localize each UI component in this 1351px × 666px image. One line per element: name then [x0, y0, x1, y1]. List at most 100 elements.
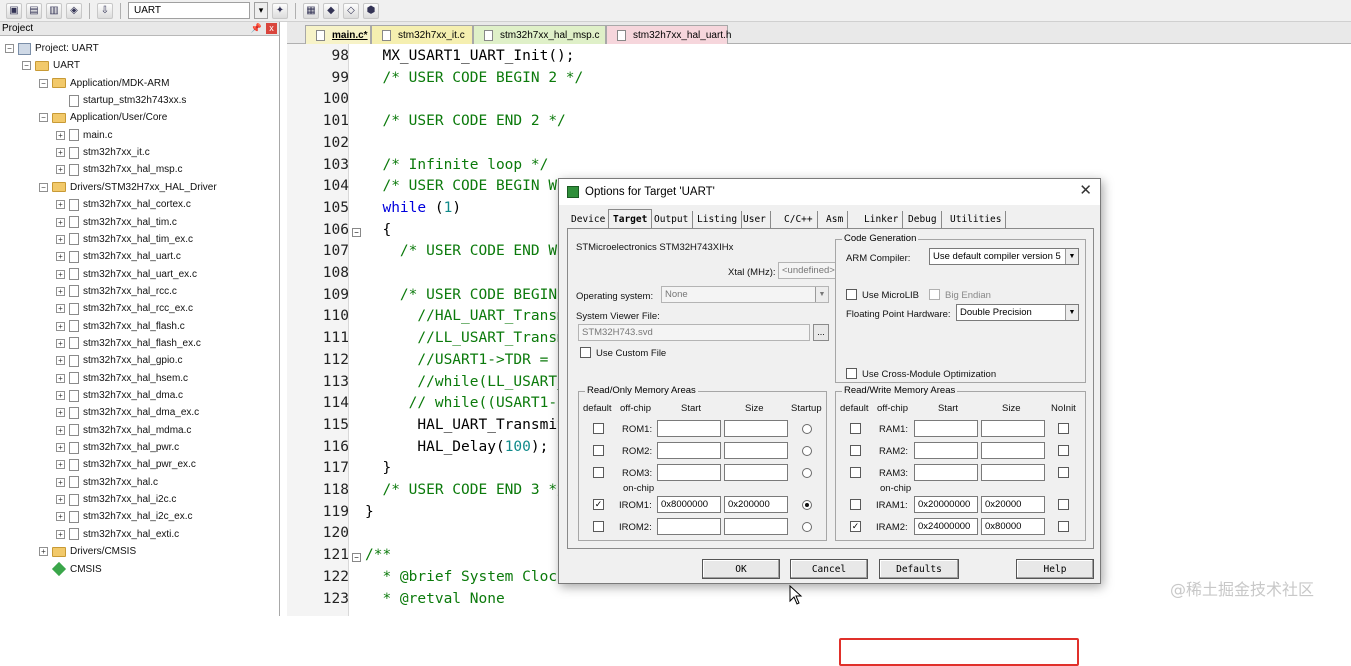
noinit-checkbox[interactable] [1058, 467, 1069, 478]
tree-item[interactable]: + stm32h7xx_hal_uart_ex.c [56, 266, 197, 283]
ram-size-field[interactable]: 0x20000 [981, 496, 1045, 513]
tree-item[interactable]: + stm32h7xx_hal_pwr.c [56, 439, 179, 456]
tree-item[interactable]: − Application/User/Core [39, 109, 167, 126]
tree-item[interactable]: + Drivers/CMSIS [39, 543, 136, 560]
expand-icon[interactable]: + [39, 547, 48, 557]
cross-module-checkbox[interactable] [846, 368, 857, 379]
load-icon[interactable]: ⇩ [97, 2, 113, 19]
tree-item[interactable]: − UART [22, 57, 80, 74]
pin-icon[interactable]: 📌 [251, 23, 262, 34]
tree-item[interactable]: − Drivers/STM32H7xx_HAL_Driver [39, 179, 217, 196]
startup-radio[interactable] [802, 500, 812, 510]
tree-item[interactable]: + stm32h7xx_hal_mdma.c [56, 422, 191, 439]
expand-icon[interactable]: + [56, 321, 65, 331]
ram-start-field[interactable]: 0x24000000 [914, 518, 978, 535]
expand-icon[interactable]: + [56, 304, 65, 314]
manage-icon[interactable]: ▥ [46, 2, 62, 19]
noinit-checkbox[interactable] [1058, 423, 1069, 434]
tree-item[interactable]: + stm32h7xx_hal_tim.c [56, 214, 177, 231]
expand-icon[interactable]: + [56, 460, 65, 470]
tab-device[interactable]: Device [567, 211, 611, 228]
expand-icon[interactable]: + [56, 495, 65, 505]
close-icon[interactable]: ✕ [1079, 183, 1092, 199]
expand-icon[interactable]: + [56, 408, 65, 418]
expand-icon[interactable]: + [56, 391, 65, 400]
tree-item[interactable]: + stm32h7xx_hal_i2c_ex.c [56, 508, 193, 525]
collapse-icon[interactable]: − [5, 44, 14, 53]
collapse-icon[interactable]: − [39, 78, 48, 88]
tab-linker[interactable]: Linker [860, 211, 904, 228]
collapse-icon[interactable]: − [22, 61, 31, 71]
noinit-checkbox[interactable] [1058, 499, 1069, 510]
chevron-down-icon[interactable]: ▼ [815, 287, 828, 302]
rom-start-field[interactable] [657, 442, 721, 459]
ram-default-checkbox[interactable]: ✓ [850, 521, 861, 532]
rom-default-checkbox[interactable] [593, 521, 604, 532]
run-env-icon[interactable]: ⬢ [363, 2, 379, 19]
tree-item[interactable]: − Project: UART [5, 40, 99, 57]
tree-item[interactable]: + stm32h7xx_hal_dma.c [56, 387, 183, 404]
os-combo[interactable]: None ▼ [661, 286, 829, 303]
ok-button[interactable]: OK [702, 559, 780, 579]
rom-default-checkbox[interactable]: ✓ [593, 499, 604, 510]
expand-icon[interactable]: + [56, 425, 65, 435]
startup-radio[interactable] [802, 424, 812, 434]
tree-item[interactable]: + stm32h7xx_hal_pwr_ex.c [56, 456, 196, 473]
expand-icon[interactable]: + [56, 200, 65, 210]
ram-start-field[interactable]: 0x20000000 [914, 496, 978, 513]
rom-default-checkbox[interactable] [593, 423, 604, 434]
editor-tab[interactable]: stm32h7xx_it.c [371, 25, 473, 44]
xtal-field[interactable]: <undefined> [778, 262, 836, 279]
use-microlib-checkbox[interactable] [846, 289, 857, 300]
tree-item[interactable]: + stm32h7xx_hal_i2c.c [56, 491, 176, 508]
multi-project-icon[interactable]: ▦ [303, 2, 319, 19]
expand-icon[interactable]: + [56, 286, 65, 296]
rom-size-field[interactable] [724, 420, 788, 437]
expand-icon[interactable]: + [56, 165, 65, 175]
tree-item[interactable]: + stm32h7xx_hal_dma_ex.c [56, 404, 199, 421]
select-target-combo[interactable]: UART [128, 2, 250, 19]
defaults-button[interactable]: Defaults [879, 559, 959, 579]
chevron-down-icon[interactable]: ▾ [254, 2, 268, 19]
close-icon[interactable]: x [266, 23, 277, 34]
browse-button[interactable]: ... [813, 324, 829, 341]
tree-item[interactable]: + stm32h7xx_hal_msp.c [56, 161, 183, 178]
expand-icon[interactable]: + [56, 338, 65, 348]
editor-tab[interactable]: stm32h7xx_hal_msp.c [473, 25, 606, 44]
rom-start-field[interactable] [657, 420, 721, 437]
tree-item[interactable]: + stm32h7xx_hal_gpio.c [56, 352, 183, 369]
chevron-down-icon[interactable]: ▼ [1065, 249, 1078, 264]
tree-item[interactable]: + stm32h7xx_hal_cortex.c [56, 196, 191, 213]
use-custom-file-checkbox[interactable] [580, 347, 591, 358]
ram-default-checkbox[interactable] [850, 445, 861, 456]
noinit-checkbox[interactable] [1058, 521, 1069, 532]
tree-item[interactable]: + stm32h7xx_hal_rcc.c [56, 283, 177, 300]
expand-icon[interactable]: + [56, 477, 65, 487]
tree-item[interactable]: startup_stm32h743xx.s [56, 92, 186, 109]
expand-icon[interactable]: + [56, 512, 65, 522]
expand-icon[interactable]: + [56, 529, 65, 539]
noinit-checkbox[interactable] [1058, 445, 1069, 456]
expand-icon[interactable]: + [56, 443, 65, 453]
rom-size-field[interactable]: 0x200000 [724, 496, 788, 513]
tree-item[interactable]: + stm32h7xx_hal_flash.c [56, 318, 185, 335]
ram-size-field[interactable] [981, 420, 1045, 437]
tree-item[interactable]: − Application/MDK-ARM [39, 75, 169, 92]
tab-debug[interactable]: Debug [904, 211, 942, 228]
tree-item[interactable]: + stm32h7xx_hal_rcc_ex.c [56, 300, 193, 317]
startup-radio[interactable] [802, 468, 812, 478]
rom-size-field[interactable] [724, 464, 788, 481]
components-icon[interactable]: ◇ [343, 2, 359, 19]
target-options-icon[interactable]: ▤ [26, 2, 42, 19]
editor-tab[interactable]: main.c* [305, 25, 371, 44]
ram-start-field[interactable] [914, 442, 978, 459]
expand-icon[interactable]: + [56, 252, 65, 262]
ram-size-field[interactable] [981, 464, 1045, 481]
options-icon[interactable]: ✦ [272, 2, 288, 19]
fp-hardware-combo[interactable]: Double Precision ▼ [956, 304, 1079, 321]
expand-icon[interactable]: + [56, 217, 65, 227]
startup-radio[interactable] [802, 522, 812, 532]
tree-item[interactable]: + stm32h7xx_hal_tim_ex.c [56, 231, 193, 248]
fold-collapse-icon[interactable]: − [352, 227, 361, 237]
ram-size-field[interactable] [981, 442, 1045, 459]
